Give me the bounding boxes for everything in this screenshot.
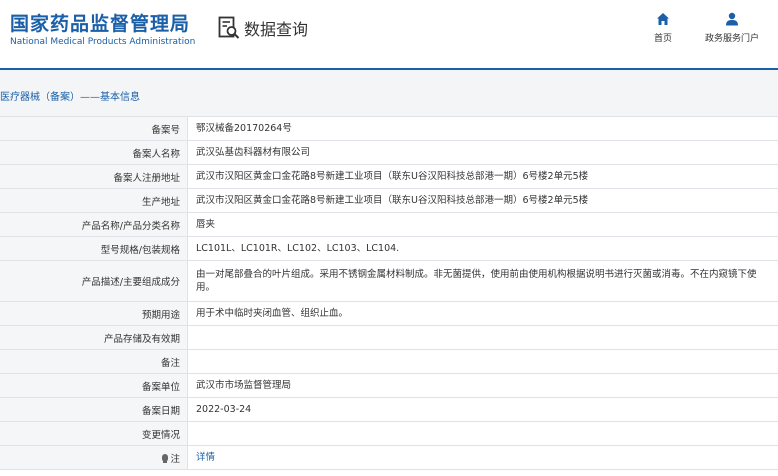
site-logo-title[interactable]: 国家药品监督管理局: [10, 9, 190, 36]
row-label: 产品存储及有效期: [0, 326, 188, 349]
site-header: 国家药品监督管理局 National Medical Products Admi…: [0, 0, 778, 68]
row-value: 鄂汉械备20170264号: [196, 123, 292, 134]
row-value: 唇夹: [196, 219, 216, 230]
data-query-label: 数据查询: [244, 20, 309, 39]
table-row: 备案日期 2022-03-24: [0, 398, 778, 422]
table-row: 产品存储及有效期: [0, 326, 778, 350]
row-value: [188, 350, 778, 373]
table-row: 备案单位 武汉市市场监督管理局: [0, 374, 778, 398]
table-row: 备注: [0, 350, 778, 374]
user-icon: [726, 12, 738, 26]
document-search-icon: [218, 16, 240, 39]
row-label: 备案号: [0, 117, 188, 140]
home-icon: [657, 13, 669, 25]
row-value: 2022-03-24: [196, 404, 252, 415]
table-row: 注 详情: [0, 446, 778, 470]
table-row: 产品名称/产品分类名称 唇夹: [0, 213, 778, 237]
table-row: 型号规格/包装规格 LC101L、LC101R、LC102、LC103、LC10…: [0, 237, 778, 261]
table-row: 备案人名称 武汉弘基齿科器材有限公司: [0, 141, 778, 165]
row-label: 生产地址: [0, 189, 188, 212]
row-label: 备案单位: [0, 374, 188, 397]
note-row-value: 详情: [188, 446, 778, 469]
nav-home-label: 首页: [654, 34, 673, 44]
row-value: 武汉市市场监督管理局: [196, 380, 292, 391]
breadcrumb-bar: 医疗器械（备案）——基本信息: [0, 70, 778, 116]
nav-service-portal[interactable]: 政务服务门户: [705, 12, 759, 44]
row-value: 武汉市汉阳区黄金口金花路8号新建工业项目（联东U谷汉阳科技总部港一期）6号楼2单…: [196, 195, 589, 206]
table-row: 预期用途 用于术中临时夹闭血管、组织止血。: [0, 302, 778, 326]
data-query-link[interactable]: 数据查询: [218, 15, 308, 41]
nav-service-label: 政务服务门户: [705, 34, 760, 44]
note-label: 注: [170, 453, 180, 465]
note-row-label: 注: [0, 446, 188, 469]
table-row: 产品描述/主要组成成分 由一对尾部叠合的叶片组成。采用不锈钢金属材料制成。非无菌…: [0, 261, 778, 302]
site-logo-subtitle: National Medical Products Administration: [10, 37, 196, 47]
details-link[interactable]: 详情: [196, 451, 215, 464]
row-value: 武汉市汉阳区黄金口金花路8号新建工业项目（联东U谷汉阳科技总部港一期）6号楼2单…: [196, 171, 589, 182]
row-value: 由一对尾部叠合的叶片组成。采用不锈钢金属材料制成。非无菌提供，使用前由使用机构根…: [196, 269, 757, 293]
detail-table: 备案号 鄂汉械备20170264号 备案人名称 武汉弘基齿科器材有限公司 备案人…: [0, 116, 778, 470]
row-value: 武汉弘基齿科器材有限公司: [196, 147, 311, 158]
row-label: 备案日期: [0, 398, 188, 421]
row-label: 产品描述/主要组成成分: [0, 261, 188, 301]
table-row: 备案号 鄂汉械备20170264号: [0, 117, 778, 141]
row-value: [188, 326, 778, 349]
row-label: 备案人名称: [0, 141, 188, 164]
row-label: 产品名称/产品分类名称: [0, 213, 188, 236]
table-row: 备案人注册地址 武汉市汉阳区黄金口金花路8号新建工业项目（联东U谷汉阳科技总部港…: [0, 165, 778, 189]
row-value: 用于术中临时夹闭血管、组织止血。: [196, 308, 349, 319]
table-row: 变更情况: [0, 422, 778, 446]
row-label: 变更情况: [0, 422, 188, 445]
row-label: 型号规格/包装规格: [0, 237, 188, 260]
nav-home[interactable]: 首页: [654, 12, 672, 44]
row-value: LC101L、LC101R、LC102、LC103、LC104.: [196, 243, 400, 254]
row-label: 预期用途: [0, 302, 188, 325]
row-value: [188, 422, 778, 445]
lightbulb-icon: [162, 454, 169, 463]
breadcrumb: 医疗器械（备案）——基本信息: [0, 92, 140, 103]
row-label: 备注: [0, 350, 188, 373]
row-label: 备案人注册地址: [0, 165, 188, 188]
table-row: 生产地址 武汉市汉阳区黄金口金花路8号新建工业项目（联东U谷汉阳科技总部港一期）…: [0, 189, 778, 213]
